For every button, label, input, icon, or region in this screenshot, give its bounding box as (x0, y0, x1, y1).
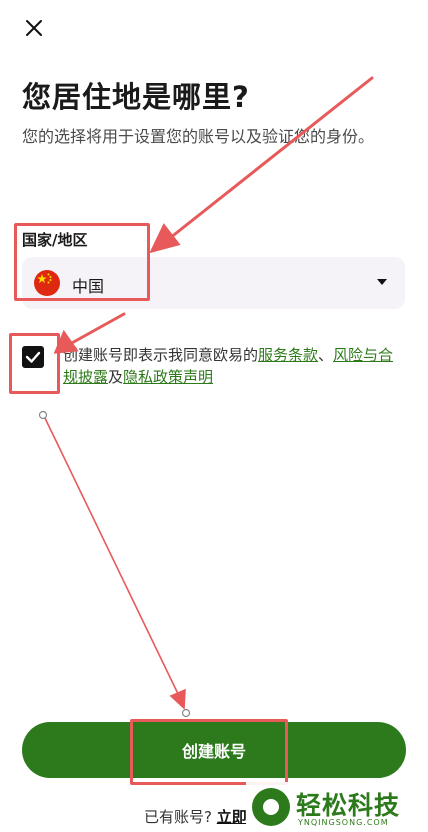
watermark: 轻松科技 YNQINGSONG.COM (246, 782, 428, 832)
arrow-checkbox (68, 312, 126, 346)
terms-prefix: 创建账号即表示我同意欧易的 (63, 346, 259, 364)
country-label: 国家/地区 (22, 231, 88, 249)
watermark-logo-icon (252, 788, 290, 826)
close-icon (26, 20, 42, 36)
checkmark-icon (25, 351, 41, 363)
watermark-title: 轻松科技 (296, 791, 401, 820)
privacy-policy-link[interactable]: 隐私政策声明 (123, 368, 213, 386)
terms-and: 及 (108, 368, 124, 386)
country-select[interactable]: 中国 (22, 257, 405, 309)
terms-text: 创建账号即表示我同意欧易的服务条款、风险与合规披露及隐私政策声明 (63, 344, 403, 388)
agree-checkbox[interactable] (22, 346, 44, 368)
create-account-button[interactable]: 创建账号 (22, 722, 406, 778)
terms-of-service-link[interactable]: 服务条款 (258, 346, 318, 364)
country-value: 中国 (72, 277, 105, 296)
have-account-text: 已有账号? (144, 808, 212, 826)
page-title: 您居住地是哪里? (22, 80, 250, 114)
arrow-create (43, 415, 181, 699)
terms-separator: 、 (318, 346, 334, 364)
page-subtitle: 您的选择将用于设置您的账号以及验证您的身份。 (22, 127, 375, 146)
close-button[interactable] (20, 14, 48, 42)
watermark-subtitle: YNQINGSONG.COM (298, 818, 389, 827)
china-flag-icon (34, 270, 60, 296)
login-link[interactable]: 立即 (217, 808, 247, 826)
chevron-down-icon (377, 279, 387, 285)
login-prompt: 已有账号? 立即 (144, 806, 247, 827)
